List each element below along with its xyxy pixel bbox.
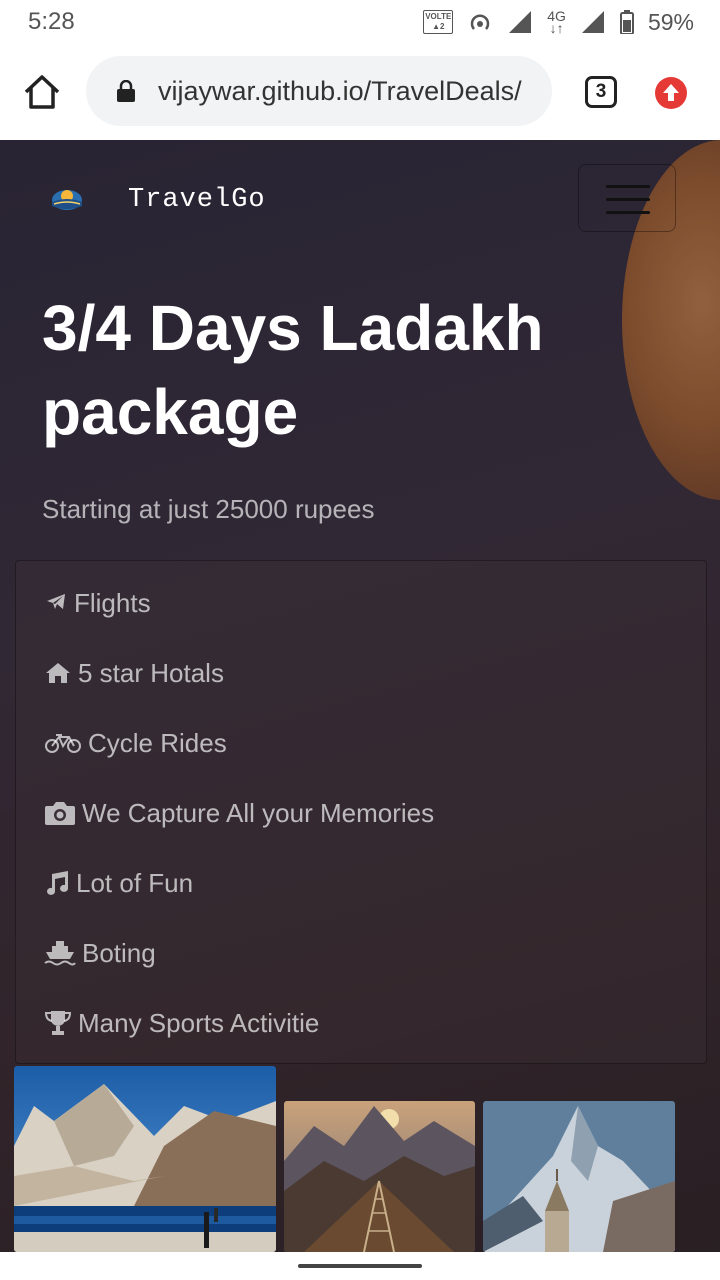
volte-icon: VOLTE ▲2 bbox=[423, 10, 454, 34]
status-time: 5:28 bbox=[28, 8, 75, 35]
address-bar[interactable]: vijaywar.github.io/TravelDeals/ bbox=[86, 56, 552, 126]
battery-icon bbox=[619, 10, 634, 34]
brand-name: TravelGo bbox=[128, 185, 266, 215]
lock-icon bbox=[117, 80, 135, 102]
update-button[interactable] bbox=[655, 77, 687, 109]
hero-subtitle: Starting at just 25000 rupees bbox=[42, 494, 375, 524]
battery-percent: 59% bbox=[647, 8, 694, 35]
list-item: Many Sports Activitie bbox=[44, 1003, 319, 1043]
home-icon[interactable] bbox=[22, 72, 62, 112]
trophy-icon bbox=[44, 1011, 72, 1035]
photo-gallery bbox=[0, 1066, 720, 1252]
page-content: TravelGo 3/4 Days Ladakh package Startin… bbox=[0, 140, 720, 1252]
status-bar: 5:28 VOLTE ▲2 4G ↓↑ 59% bbox=[0, 0, 720, 44]
home-icon bbox=[46, 663, 70, 683]
network-type: 4G ↓↑ bbox=[547, 8, 566, 36]
hero-title: 3/4 Days Ladakh package bbox=[42, 292, 544, 448]
url-text: vijaywar.github.io/TravelDeals/ bbox=[158, 76, 522, 106]
bicycle-icon bbox=[45, 734, 81, 753]
music-icon bbox=[47, 871, 69, 895]
tab-switcher-button[interactable]: 3 bbox=[585, 76, 617, 108]
logo-icon bbox=[52, 190, 82, 210]
list-item: Cycle Rides bbox=[44, 723, 227, 763]
list-item: 5 star Hotals bbox=[44, 653, 224, 693]
gallery-photo-lake[interactable] bbox=[14, 1066, 276, 1252]
home-gesture-pill[interactable] bbox=[298, 1264, 422, 1268]
list-item: Flights bbox=[44, 583, 151, 623]
ship-icon bbox=[44, 941, 76, 966]
arrow-up-icon bbox=[663, 84, 679, 101]
signal-icon-2 bbox=[581, 11, 604, 33]
plane-icon bbox=[47, 594, 65, 609]
menu-toggle-button[interactable] bbox=[578, 164, 676, 232]
camera-icon bbox=[45, 802, 75, 825]
list-item: Boting bbox=[44, 933, 156, 973]
brand[interactable]: TravelGo bbox=[50, 185, 266, 215]
features-list: Flights 5 star Hotals Cycle Rides We Cap… bbox=[15, 560, 707, 1064]
signal-icon bbox=[509, 11, 532, 33]
system-nav-bar bbox=[0, 1252, 720, 1280]
list-item: Lot of Fun bbox=[44, 863, 193, 903]
hotspot-icon bbox=[471, 14, 490, 30]
list-item: We Capture All your Memories bbox=[44, 793, 434, 833]
gallery-photo-peak[interactable] bbox=[483, 1101, 675, 1252]
browser-toolbar: vijaywar.github.io/TravelDeals/ 3 bbox=[0, 44, 720, 140]
status-icons: VOLTE ▲2 4G ↓↑ 59% bbox=[423, 6, 694, 38]
gallery-photo-bridge[interactable] bbox=[284, 1101, 475, 1252]
